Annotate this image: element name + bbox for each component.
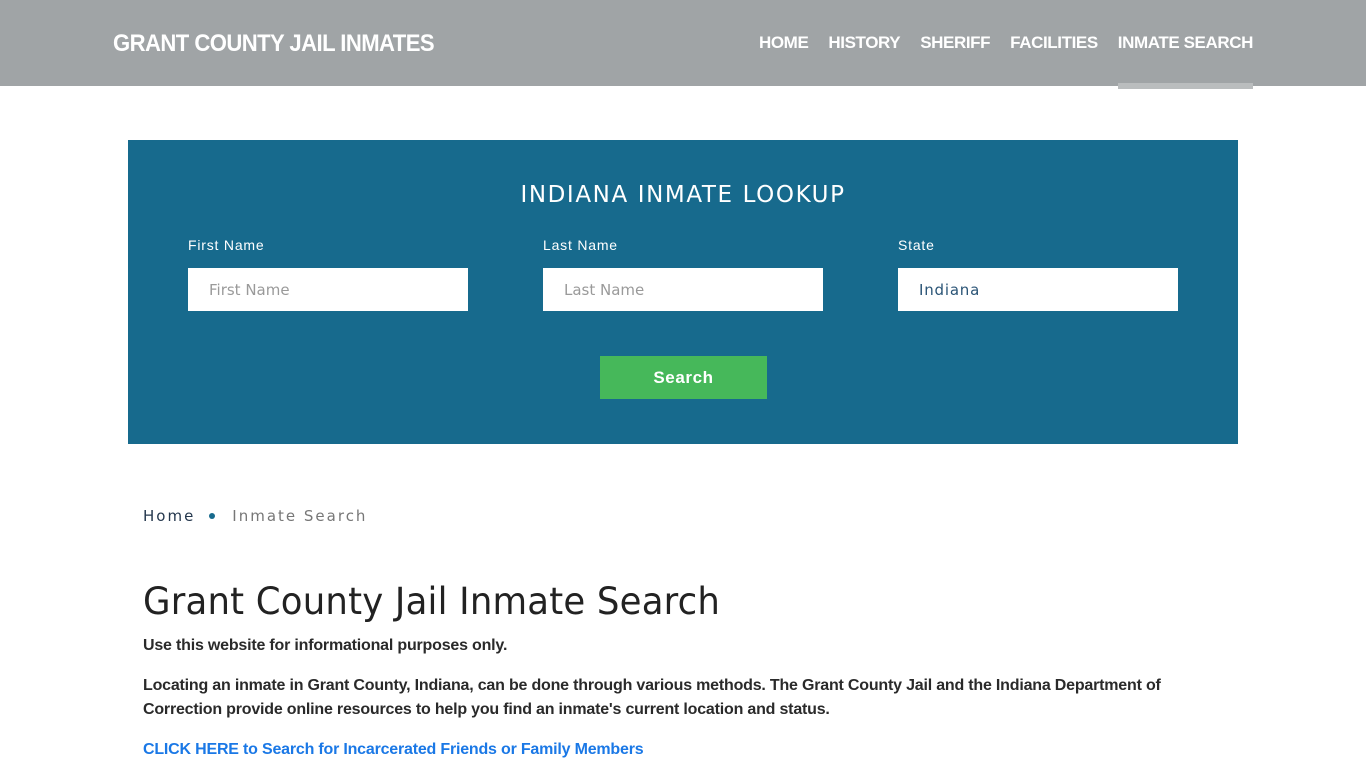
- nav-sheriff[interactable]: SHERIFF: [920, 0, 990, 86]
- intro-paragraph: Locating an inmate in Grant County, Indi…: [143, 677, 1161, 718]
- state-group: State: [898, 237, 1178, 311]
- nav-home[interactable]: HOME: [759, 0, 809, 86]
- site-header: GRANT COUNTY JAIL INMATES HOME HISTORY S…: [0, 0, 1366, 89]
- first-name-input[interactable]: [188, 268, 468, 311]
- first-name-group: First Name: [188, 237, 468, 311]
- disclaimer-text: Use this website for informational purpo…: [143, 637, 508, 654]
- breadcrumb-current: Inmate Search: [232, 507, 368, 525]
- last-name-group: Last Name: [543, 237, 823, 311]
- breadcrumb: Home Inmate Search: [143, 507, 367, 525]
- first-name-label: First Name: [188, 237, 265, 253]
- page-title: Grant County Jail Inmate Search: [143, 580, 721, 623]
- state-label: State: [898, 237, 935, 253]
- site-brand-link[interactable]: GRANT COUNTY JAIL INMATES: [113, 30, 435, 58]
- nav-facilities[interactable]: FACILITIES: [1010, 0, 1098, 86]
- breadcrumb-home-link[interactable]: Home: [143, 507, 195, 525]
- main-nav: HOME HISTORY SHERIFF FACILITIES INMATE S…: [739, 0, 1253, 89]
- state-input[interactable]: [898, 268, 1178, 311]
- lookup-title: INDIANA INMATE LOOKUP: [520, 182, 846, 208]
- search-button[interactable]: Search: [600, 356, 767, 399]
- nav-history[interactable]: HISTORY: [828, 0, 900, 86]
- search-friends-family-link[interactable]: CLICK HERE to Search for Incarcerated Fr…: [143, 738, 644, 762]
- last-name-input[interactable]: [543, 268, 823, 311]
- nav-inmate-search[interactable]: INMATE SEARCH: [1117, 0, 1253, 89]
- last-name-label: Last Name: [543, 237, 618, 253]
- breadcrumb-separator-dot-icon: [209, 513, 216, 519]
